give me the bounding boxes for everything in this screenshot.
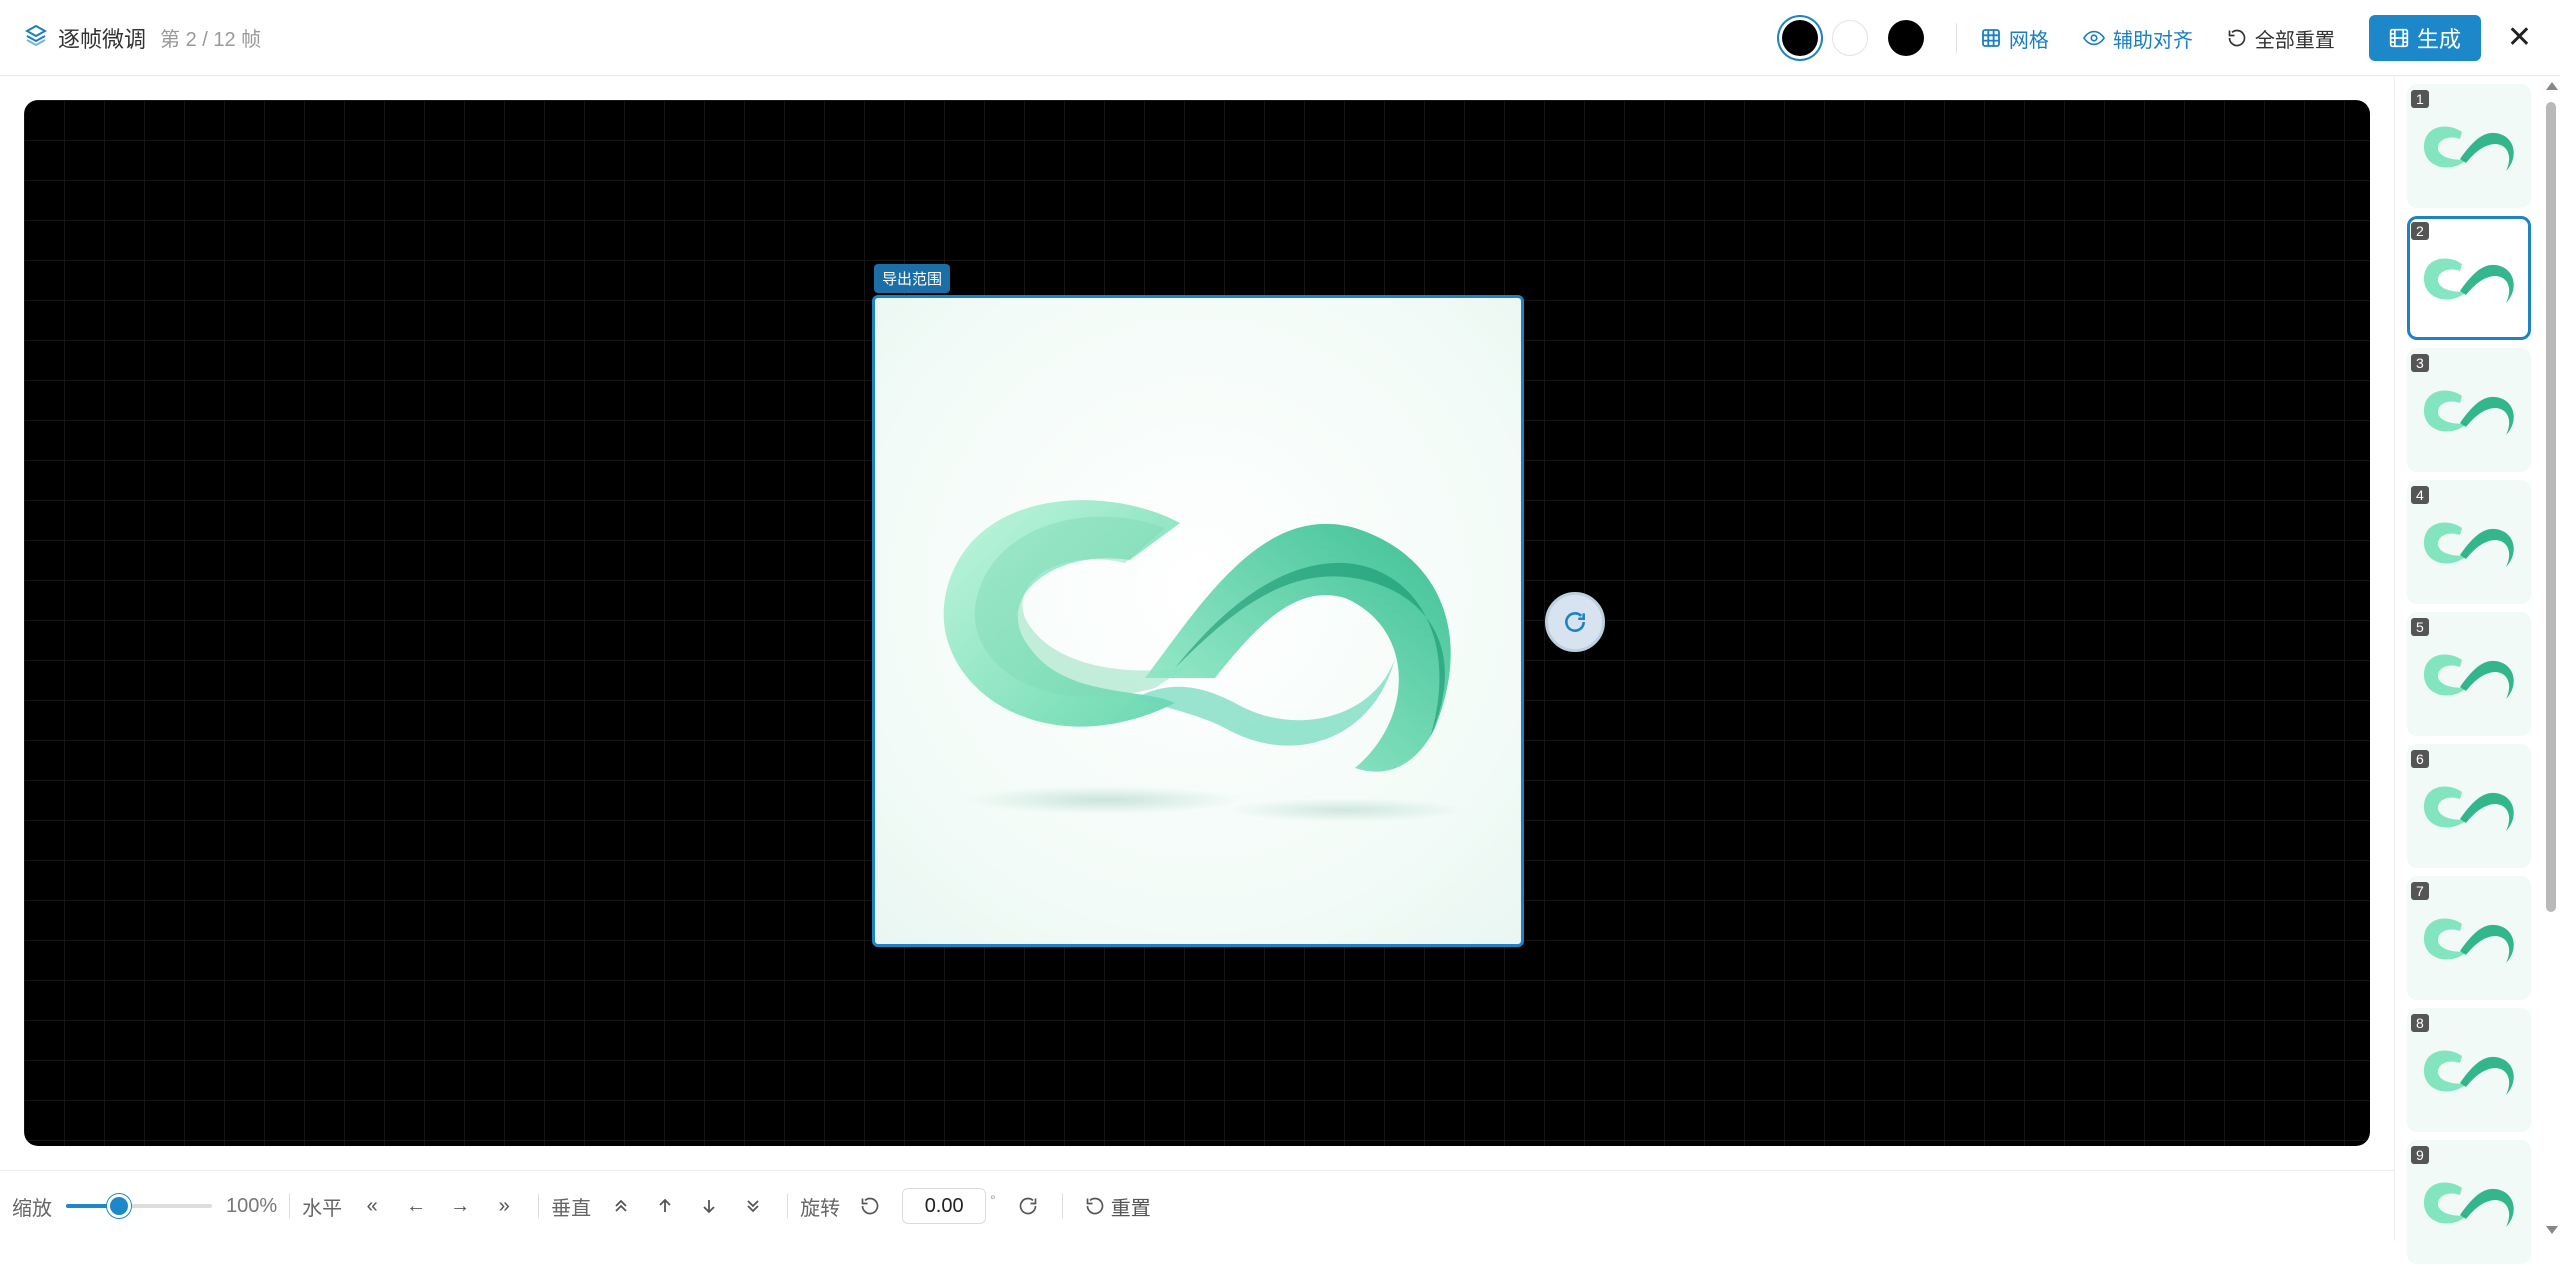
thumbnail-number: 4 <box>2411 486 2429 504</box>
export-range-label: 导出范围 <box>874 264 951 293</box>
frame-thumbnail-list[interactable]: 1 2 3 4 5 6 7 8 9 <box>2394 76 2560 1264</box>
bar-divider <box>1061 1194 1063 1218</box>
scroll-up-icon[interactable] <box>2546 82 2558 90</box>
bar-divider <box>787 1194 789 1218</box>
thumbnail-number: 3 <box>2411 354 2429 372</box>
scroll-down-icon[interactable] <box>2546 1226 2558 1234</box>
move-left-icon[interactable]: ← <box>401 1191 431 1221</box>
bg-swatch-black[interactable] <box>1781 20 1818 56</box>
layers-icon <box>24 23 48 52</box>
thumbnail-number: 5 <box>2411 618 2429 636</box>
reset-icon <box>2228 29 2246 47</box>
frame-image <box>943 500 1465 822</box>
vertical-label: 垂直 <box>551 1197 592 1220</box>
move-down-icon[interactable] <box>694 1191 724 1221</box>
rotate-label: 旋转 <box>800 1197 841 1220</box>
thumbnail-scrollbar[interactable] <box>2542 76 2560 1241</box>
rotate-handle[interactable] <box>1545 592 1605 652</box>
grid-toggle-button[interactable]: 网格 <box>1981 24 2049 53</box>
top-toolbar: 逐帧微调 第 2 / 12 帧 网格 辅助对齐 全部重置 生成 ✕ <box>0 0 2560 76</box>
guides-label: 辅助对齐 <box>2112 29 2193 52</box>
bg-swatch-white[interactable] <box>1831 20 1868 56</box>
zoom-slider[interactable] <box>66 1192 212 1220</box>
transform-toolbar: 缩放 100% 水平 « ← → » 垂直 旋转 0.00 ° 重置 <box>0 1170 2394 1241</box>
thumbnail-number: 8 <box>2411 1014 2429 1032</box>
grid-icon <box>1981 29 2000 47</box>
zoom-value: 100% <box>226 1194 278 1217</box>
page-title: 逐帧微调 <box>58 26 147 52</box>
thumbnail-number: 6 <box>2411 750 2429 768</box>
move-right-far-icon[interactable]: » <box>489 1191 519 1221</box>
degree-symbol: ° <box>990 1192 996 1208</box>
rotate-icon <box>1565 612 1585 632</box>
thumbnail-number: 1 <box>2411 90 2429 108</box>
rotation-input[interactable]: 0.00 <box>902 1188 987 1224</box>
bar-divider <box>538 1194 540 1218</box>
reset-label: 重置 <box>1110 1197 1151 1220</box>
reset-all-label: 全部重置 <box>2254 29 2335 52</box>
rotate-right-icon[interactable] <box>1013 1191 1043 1221</box>
eye-icon <box>2082 30 2105 46</box>
move-left-far-icon[interactable]: « <box>357 1191 387 1221</box>
horizontal-label: 水平 <box>302 1197 343 1220</box>
thumbnail-number: 2 <box>2411 222 2429 240</box>
reset-all-button[interactable]: 全部重置 <box>2227 24 2335 53</box>
generate-button[interactable]: 生成 <box>2368 15 2481 61</box>
export-frame[interactable] <box>872 295 1524 947</box>
guides-toggle-button[interactable]: 辅助对齐 <box>2082 24 2193 53</box>
reset-icon <box>1086 1197 1104 1215</box>
frame-indicator: 第 2 / 12 帧 <box>160 29 262 51</box>
generate-label: 生成 <box>2416 27 2461 52</box>
rotate-left-icon[interactable] <box>855 1191 885 1221</box>
move-right-icon[interactable]: → <box>445 1191 475 1221</box>
toolbar-divider <box>1955 23 1957 53</box>
scrollbar-thumb[interactable] <box>2546 102 2556 912</box>
move-down-far-icon[interactable] <box>738 1191 768 1221</box>
move-up-far-icon[interactable] <box>606 1191 636 1221</box>
move-up-icon[interactable] <box>650 1191 680 1221</box>
close-icon[interactable]: ✕ <box>2507 23 2532 53</box>
bg-swatch-custom[interactable] <box>1887 20 1924 56</box>
film-icon <box>2389 28 2409 48</box>
thumbnail-number: 9 <box>2411 1146 2429 1164</box>
zoom-label: 缩放 <box>12 1197 52 1220</box>
zoom-slider-knob[interactable] <box>106 1194 131 1218</box>
reset-button[interactable]: 重置 <box>1085 1192 1151 1221</box>
grid-label: 网格 <box>2008 29 2049 52</box>
thumbnail-number: 7 <box>2411 882 2429 900</box>
editing-canvas[interactable]: 导出范围 <box>24 100 2370 1146</box>
bar-divider <box>289 1194 291 1218</box>
